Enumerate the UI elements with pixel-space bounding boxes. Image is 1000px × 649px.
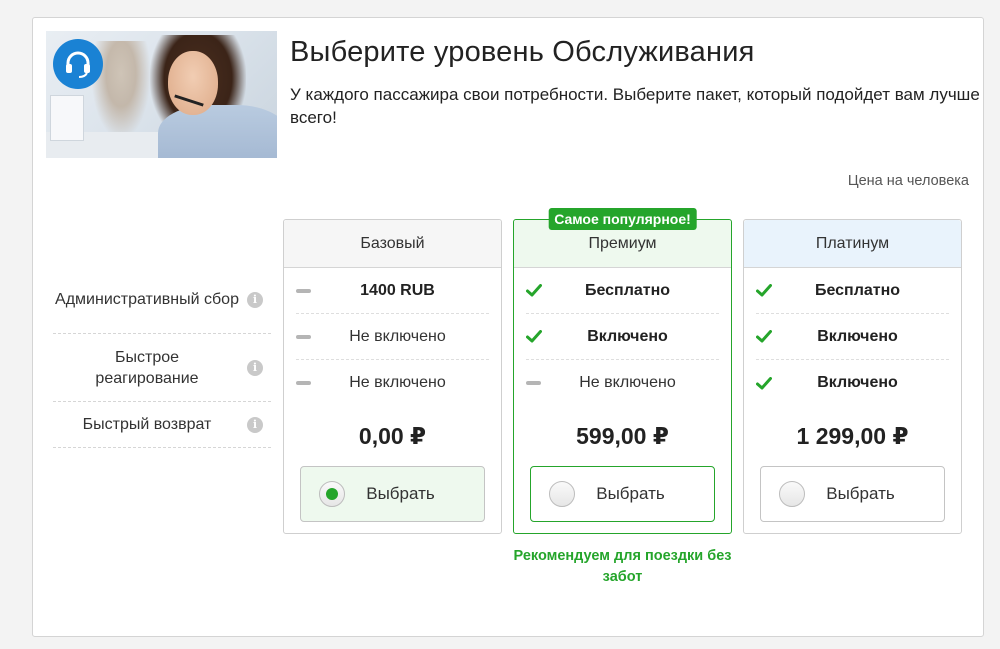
- select-premium-button[interactable]: Выбрать: [530, 466, 715, 522]
- radio-selected[interactable]: [319, 481, 345, 507]
- plan-row-value: Не включено: [349, 327, 446, 345]
- page-title: Выберите уровень Обслуживания: [290, 36, 755, 68]
- check-icon: [526, 330, 550, 343]
- feature-label: Быстрое реагирование: [95, 348, 199, 387]
- plan-price: 0,00 ₽: [358, 422, 427, 449]
- premium-recommendation: Рекомендуем для поездки без забот: [513, 548, 732, 585]
- dash-icon: [296, 334, 311, 339]
- select-button-label: Выбрать: [826, 484, 895, 503]
- info-icon[interactable]: i: [247, 359, 263, 376]
- dash-icon: [296, 381, 311, 385]
- plan-row: Бесплатно: [526, 268, 719, 314]
- check-icon: [756, 330, 780, 343]
- plan-row-value: Включено: [817, 374, 898, 391]
- select-button-label: Выбрать: [366, 484, 435, 503]
- plan-row: Включено: [526, 314, 719, 360]
- feature-fast-response: Быстрое реагирование i: [53, 334, 271, 402]
- feature-label: Быстрый возврат: [82, 416, 212, 433]
- page-subtitle: У каждого пассажира свои потребности. Вы…: [290, 85, 980, 127]
- plan-row-value: Не включено: [349, 374, 446, 391]
- feature-admin-fee: Административный сбор i: [53, 266, 271, 334]
- info-icon[interactable]: i: [247, 416, 263, 433]
- plan-row-value: 1400 RUB: [360, 281, 435, 299]
- plan-row-value: Включено: [817, 327, 898, 345]
- feature-list: Административный сбор i Быстрое реагиров…: [53, 266, 271, 448]
- plan-name: Базовый: [284, 220, 501, 268]
- most-popular-badge: Самое популярное!: [548, 208, 697, 230]
- plan-premium: Самое популярное! Премиум Бесплатно Вклю…: [513, 208, 732, 534]
- plan-row-value: Бесплатно: [584, 281, 671, 299]
- plan-row-value: Не включено: [579, 374, 676, 391]
- dash-icon: [296, 288, 311, 293]
- plan-row-value: Бесплатно: [814, 281, 901, 299]
- plan-price: 1 299,00 ₽: [796, 422, 909, 449]
- support-agent-photo: [46, 31, 277, 158]
- feature-label: Административный сбор: [55, 291, 239, 308]
- feature-fast-refund: Быстрый возврат i: [53, 402, 271, 448]
- select-basic-button[interactable]: Выбрать: [300, 466, 485, 522]
- check-icon: [526, 284, 550, 297]
- select-button-label: Выбрать: [596, 484, 665, 503]
- plan-price: 599,00 ₽: [576, 422, 669, 449]
- plan-name: Платинум: [744, 220, 961, 268]
- info-icon[interactable]: i: [247, 291, 263, 308]
- plan-platinum: Платинум Бесплатно Включено Включено 1 2…: [743, 219, 962, 534]
- plan-row: Не включено: [526, 360, 719, 406]
- plan-row: 1400 RUB: [296, 268, 489, 314]
- plan-row-value: Включено: [587, 327, 668, 345]
- select-platinum-button[interactable]: Выбрать: [760, 466, 945, 522]
- radio-unselected[interactable]: [779, 481, 805, 507]
- plan-basic: Базовый 1400 RUB Не включено Не включено…: [283, 219, 502, 534]
- check-icon: [756, 284, 780, 297]
- dash-icon: [526, 381, 541, 385]
- check-icon: [756, 376, 780, 390]
- plan-row: Включено: [756, 314, 949, 360]
- service-level-card: Выберите уровень Обслуживания У каждого …: [32, 17, 984, 637]
- radio-unselected[interactable]: [549, 481, 575, 507]
- plan-row: Бесплатно: [756, 268, 949, 314]
- plan-row: Не включено: [296, 314, 489, 360]
- plan-row: Включено: [756, 360, 949, 406]
- headset-icon: [53, 39, 103, 89]
- price-per-person-note: Цена на человека: [847, 173, 969, 189]
- plan-row: Не включено: [296, 360, 489, 406]
